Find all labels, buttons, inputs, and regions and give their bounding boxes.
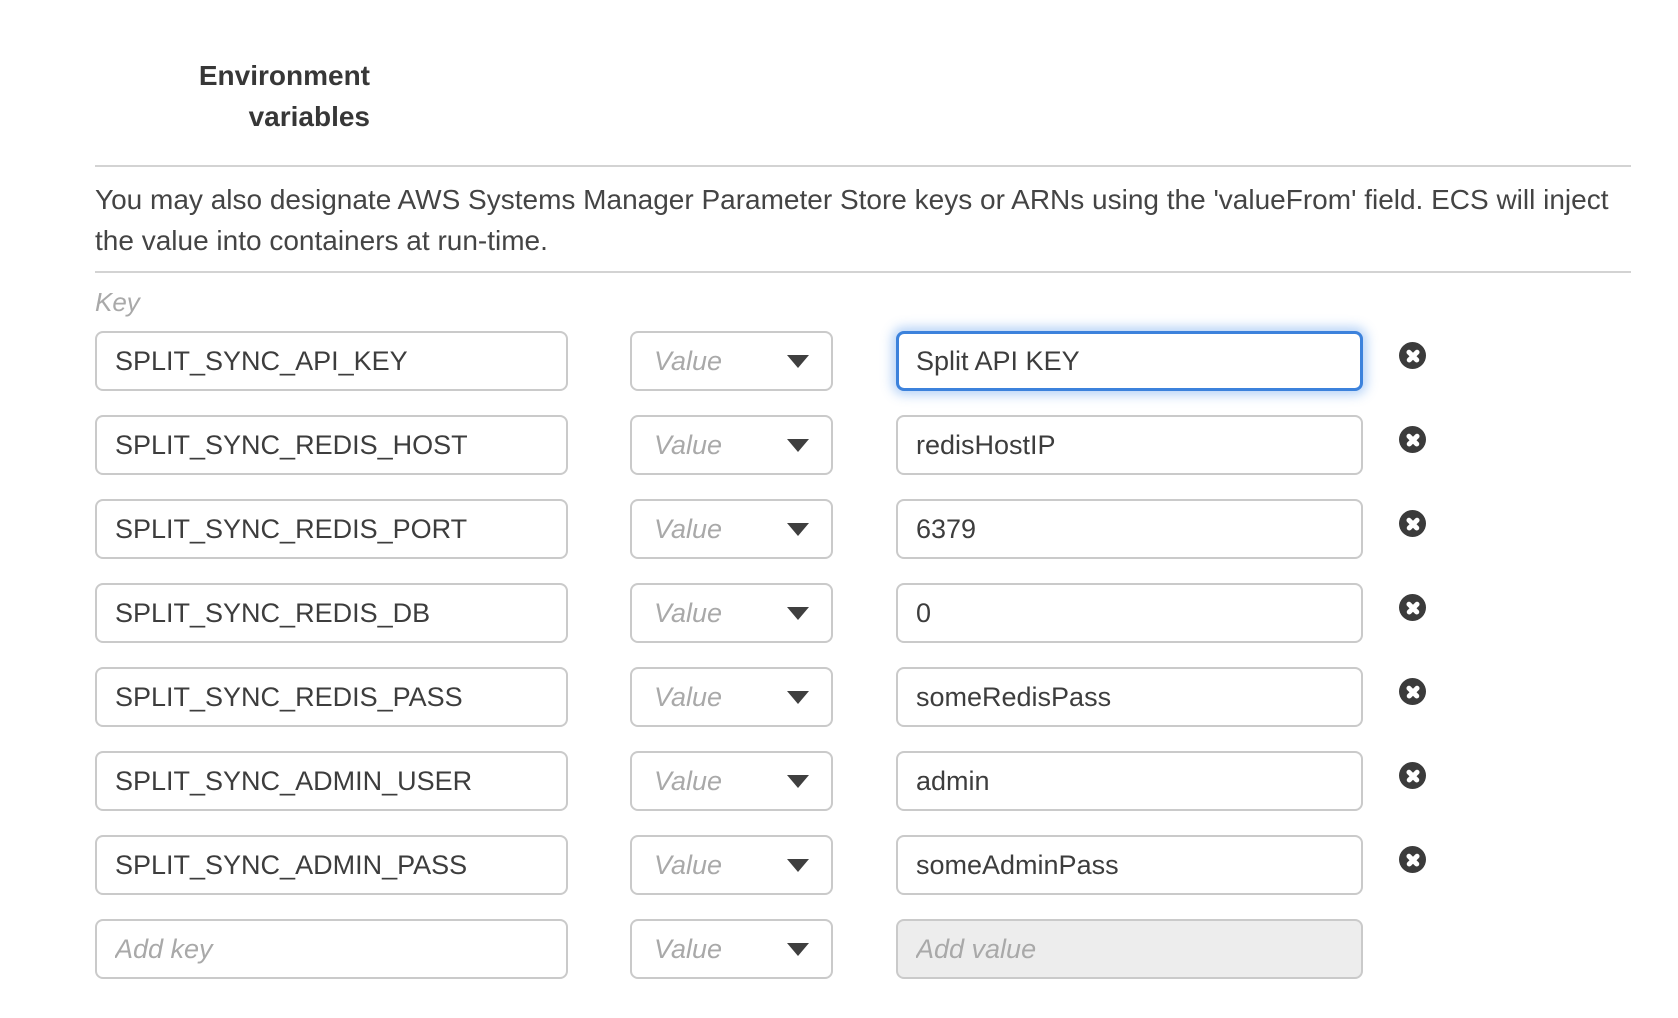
close-icon (1399, 426, 1426, 453)
env-var-row: Value (95, 331, 1631, 391)
add-key-input[interactable] (95, 919, 568, 979)
env-var-row: Value (95, 835, 1631, 895)
env-key-input[interactable] (95, 835, 568, 895)
description-line: You may also designate AWS Systems Manag… (95, 179, 1631, 220)
env-var-row: Value (95, 499, 1631, 559)
chevron-down-icon (787, 943, 809, 956)
value-type-select[interactable]: Value (630, 331, 833, 391)
value-type-label: Value (654, 682, 722, 713)
env-value-input[interactable] (896, 331, 1363, 391)
key-column-header: Key (95, 287, 1631, 319)
close-icon (1399, 510, 1426, 537)
close-icon (1399, 594, 1426, 621)
env-var-row: Value (95, 751, 1631, 811)
env-var-row: Value (95, 583, 1631, 643)
chevron-down-icon (787, 355, 809, 368)
env-value-input[interactable] (896, 499, 1363, 559)
value-type-label: Value (654, 598, 722, 629)
env-key-input[interactable] (95, 415, 568, 475)
env-var-row: Value (95, 667, 1631, 727)
chevron-down-icon (787, 523, 809, 536)
value-type-select[interactable]: Value (630, 667, 833, 727)
chevron-down-icon (787, 859, 809, 872)
value-type-select[interactable]: Value (630, 751, 833, 811)
description-line: the value into containers at run-time. (95, 220, 1631, 261)
env-key-input[interactable] (95, 499, 568, 559)
env-var-row: Value (95, 415, 1631, 475)
delete-row-button[interactable] (1399, 342, 1426, 369)
env-value-input[interactable] (896, 415, 1363, 475)
delete-row-button[interactable] (1399, 510, 1426, 537)
close-icon (1399, 846, 1426, 873)
section-title: Environment variables (97, 55, 370, 137)
env-key-input[interactable] (95, 667, 568, 727)
delete-row-button[interactable] (1399, 762, 1426, 789)
value-type-label: Value (654, 430, 722, 461)
chevron-down-icon (787, 439, 809, 452)
delete-row-button[interactable] (1399, 678, 1426, 705)
close-icon (1399, 678, 1426, 705)
value-type-label: Value (654, 346, 722, 377)
value-type-label: Value (654, 514, 722, 545)
env-key-input[interactable] (95, 583, 568, 643)
env-key-input[interactable] (95, 331, 568, 391)
delete-row-button[interactable] (1399, 846, 1426, 873)
delete-row-button[interactable] (1399, 594, 1426, 621)
chevron-down-icon (787, 607, 809, 620)
close-icon (1399, 762, 1426, 789)
env-key-input[interactable] (95, 751, 568, 811)
value-type-label: Value (654, 934, 722, 965)
add-value-input[interactable] (896, 919, 1363, 979)
value-type-select[interactable]: Value (630, 415, 833, 475)
env-value-input[interactable] (896, 583, 1363, 643)
delete-row-button[interactable] (1399, 426, 1426, 453)
chevron-down-icon (787, 775, 809, 788)
env-value-input[interactable] (896, 751, 1363, 811)
value-type-label: Value (654, 850, 722, 881)
env-value-input[interactable] (896, 835, 1363, 895)
description: You may also designate AWS Systems Manag… (95, 165, 1631, 273)
value-type-select[interactable]: Value (630, 499, 833, 559)
value-type-select[interactable]: Value (630, 583, 833, 643)
add-env-var-row: Value (95, 919, 1631, 979)
value-type-select[interactable]: Value (630, 919, 833, 979)
env-value-input[interactable] (896, 667, 1363, 727)
chevron-down-icon (787, 691, 809, 704)
value-type-select[interactable]: Value (630, 835, 833, 895)
environment-variables-form: You may also designate AWS Systems Manag… (95, 165, 1631, 1003)
value-type-label: Value (654, 766, 722, 797)
close-icon (1399, 342, 1426, 369)
environment-variables-section: Environment variables You may also desig… (0, 0, 1678, 1018)
env-var-rows: Value Value Value (95, 331, 1631, 979)
